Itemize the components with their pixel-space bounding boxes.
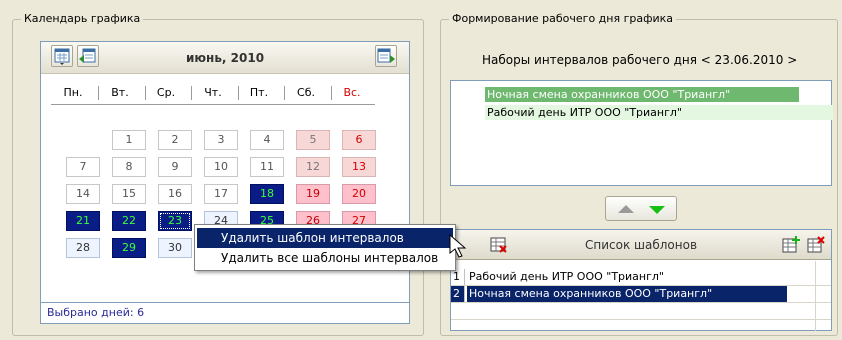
day-cell[interactable]: 8 xyxy=(112,157,146,177)
delete-all-interval-templates-menu-item[interactable]: Удалить все шаблоны интервалов xyxy=(197,248,453,268)
day-cell[interactable]: 7 xyxy=(66,157,100,177)
day-cell[interactable]: 9 xyxy=(158,157,192,177)
day-cell[interactable]: 10 xyxy=(204,157,238,177)
day-cell-selected[interactable]: 19 xyxy=(296,184,330,204)
template-delete-icon[interactable] xyxy=(489,235,509,255)
month-label: июнь, 2010 xyxy=(185,51,265,65)
next-month-button[interactable] xyxy=(375,45,397,67)
day-cell[interactable]: 17 xyxy=(204,184,238,204)
weekday-mon: Пн. xyxy=(63,86,83,99)
status-bar: Выбрано дней: 6 xyxy=(41,302,409,323)
move-down-icon[interactable] xyxy=(646,198,668,220)
day-cell-selected[interactable]: 22 xyxy=(112,211,146,231)
grid-column-divider xyxy=(815,261,816,331)
calendar-forward-icon xyxy=(377,48,395,63)
interval-set-item[interactable]: Ночная смена охранников ООО "Триангл" xyxy=(485,87,799,102)
template-row[interactable]: 1 Рабочий день ИТР ООО "Триангл" xyxy=(451,269,831,286)
delete-interval-template-menu-item[interactable]: Удалить шаблон интервалов xyxy=(197,228,453,248)
remove-template-icon[interactable] xyxy=(806,235,826,255)
weekday-separator xyxy=(191,86,192,100)
day-cell[interactable]: 30 xyxy=(158,238,192,258)
template-row[interactable]: 2 Ночная смена охранников ООО "Триангл" xyxy=(451,286,831,303)
day-cell[interactable]: 11 xyxy=(250,157,284,177)
move-up-down-buttons xyxy=(605,196,677,221)
calendar-panel: июнь, 2010 Пн. Вт. Ср. Чт. Пт. Сб. Вс. 1… xyxy=(40,41,410,324)
weekday-underline xyxy=(51,104,375,105)
weekday-separator xyxy=(331,86,332,100)
day-cell-selected[interactable]: 20 xyxy=(342,184,376,204)
template-row-name: Ночная смена охранников ООО "Триангл" xyxy=(467,286,787,302)
weekday-separator xyxy=(98,86,99,100)
mouse-pointer-icon xyxy=(449,234,467,258)
weekday-tue: Вт. xyxy=(111,86,129,99)
weekday-wed: Ср. xyxy=(156,86,176,99)
weekday-separator xyxy=(238,86,239,100)
weekday-sat: Сб. xyxy=(297,86,315,99)
template-row-name: Рабочий день ИТР ООО "Триангл" xyxy=(469,270,664,283)
day-cell[interactable]: 3 xyxy=(204,130,238,150)
day-cell[interactable]: 13 xyxy=(342,157,376,177)
weekday-sun: Вс. xyxy=(343,86,361,99)
day-cell[interactable]: 28 xyxy=(66,238,100,258)
day-cell[interactable]: 4 xyxy=(250,130,284,150)
day-cell[interactable]: 14 xyxy=(66,184,100,204)
template-row-number: 2 xyxy=(451,286,465,302)
weekday-separator xyxy=(145,86,146,100)
workday-group-title: Формирование рабочего дня графика xyxy=(449,12,677,25)
calendar-header: июнь, 2010 xyxy=(41,42,409,74)
day-cell-selected[interactable]: 21 xyxy=(66,211,100,231)
day-cell[interactable]: 2 xyxy=(158,130,192,150)
day-cell[interactable]: 16 xyxy=(158,184,192,204)
day-cell[interactable]: 1 xyxy=(112,130,146,150)
weekday-separator xyxy=(284,86,285,100)
day-cell-selected[interactable]: 29 xyxy=(112,238,146,258)
templates-grid[interactable]: Список шаблонов 1 Рабочий день ИТР ООО "… xyxy=(450,229,832,331)
day-cell-selected[interactable]: 18 xyxy=(250,184,284,204)
day-cell-focused[interactable]: 23 xyxy=(158,211,192,231)
weekday-fri: Пт. xyxy=(249,86,269,99)
intervals-title: Наборы интервалов рабочего дня < 23.06.2… xyxy=(482,53,798,67)
weekday-thu: Чт. xyxy=(204,86,222,99)
calendar-group-title: Календарь графика xyxy=(21,12,144,25)
move-up-icon[interactable] xyxy=(615,198,637,220)
template-row-number: 1 xyxy=(451,269,465,285)
context-menu: Удалить шаблон интервалов Удалить все ша… xyxy=(194,224,456,271)
selected-days-count: Выбрано дней: 6 xyxy=(47,306,145,319)
day-cell[interactable]: 15 xyxy=(112,184,146,204)
day-cell[interactable]: 12 xyxy=(296,157,330,177)
templates-grid-header: Список шаблонов xyxy=(451,230,831,260)
interval-sets-list[interactable]: Ночная смена охранников ООО "Триангл" Ра… xyxy=(450,80,833,186)
template-row-empty xyxy=(451,303,831,320)
day-cell[interactable]: 6 xyxy=(342,130,376,150)
day-cell[interactable]: 5 xyxy=(296,130,330,150)
templates-list-label: Список шаблонов xyxy=(584,238,698,252)
interval-set-item[interactable]: Рабочий день ИТР ООО "Триангл" xyxy=(485,105,833,120)
add-template-icon[interactable] xyxy=(781,235,801,255)
